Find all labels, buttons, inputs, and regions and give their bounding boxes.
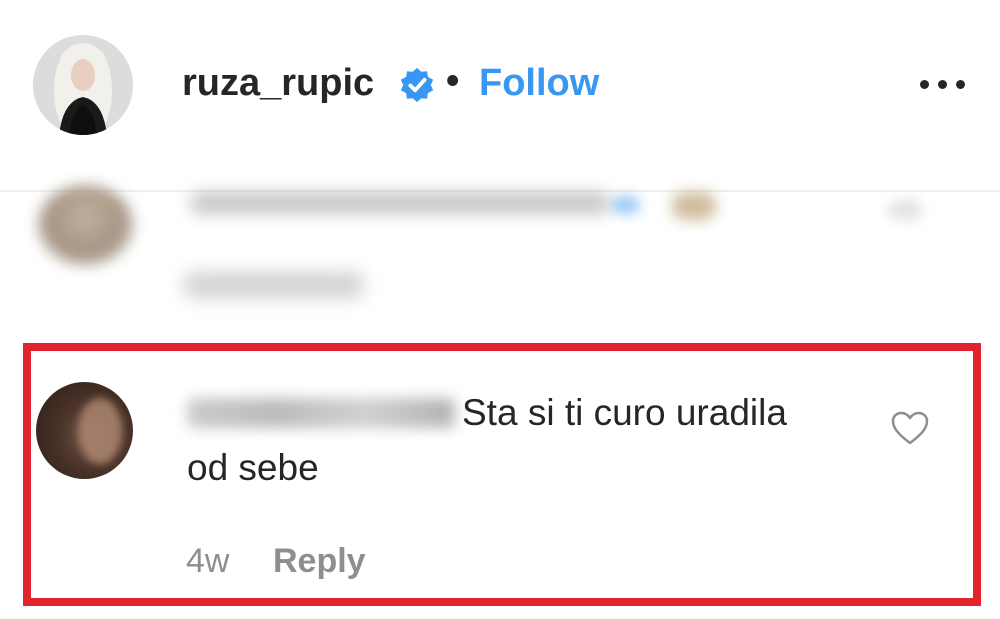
verified-badge-icon xyxy=(400,67,434,103)
reply-button[interactable]: Reply xyxy=(273,542,366,581)
blurred-like-icon xyxy=(888,200,922,220)
profile-avatar[interactable] xyxy=(33,35,133,135)
heart-icon[interactable] xyxy=(890,410,930,446)
profile-username[interactable]: ruza_rupic xyxy=(182,62,374,105)
blurred-comment-text xyxy=(190,192,610,214)
commenter-avatar[interactable] xyxy=(36,382,133,479)
blurred-verified-icon xyxy=(612,196,640,214)
highlight-annotation-box xyxy=(23,343,981,606)
post-header: ruza_rupic • Follow xyxy=(0,0,1000,190)
comment-timestamp[interactable]: 4w xyxy=(186,542,229,581)
commenter-avatar-face xyxy=(78,398,122,464)
commenter-username-redacted[interactable] xyxy=(187,398,455,428)
blurred-comment-avatar xyxy=(38,185,133,265)
comment-text-line1: Sta si ti curo uradila xyxy=(462,392,787,433)
blurred-comment-meta xyxy=(184,272,364,298)
comment-text-line2: od sebe xyxy=(187,447,319,488)
profile-avatar-image xyxy=(33,35,133,135)
separator-dot: • xyxy=(446,60,460,102)
more-options-icon[interactable] xyxy=(918,70,968,100)
blurred-emoji xyxy=(672,192,716,220)
follow-button[interactable]: Follow xyxy=(479,62,599,105)
